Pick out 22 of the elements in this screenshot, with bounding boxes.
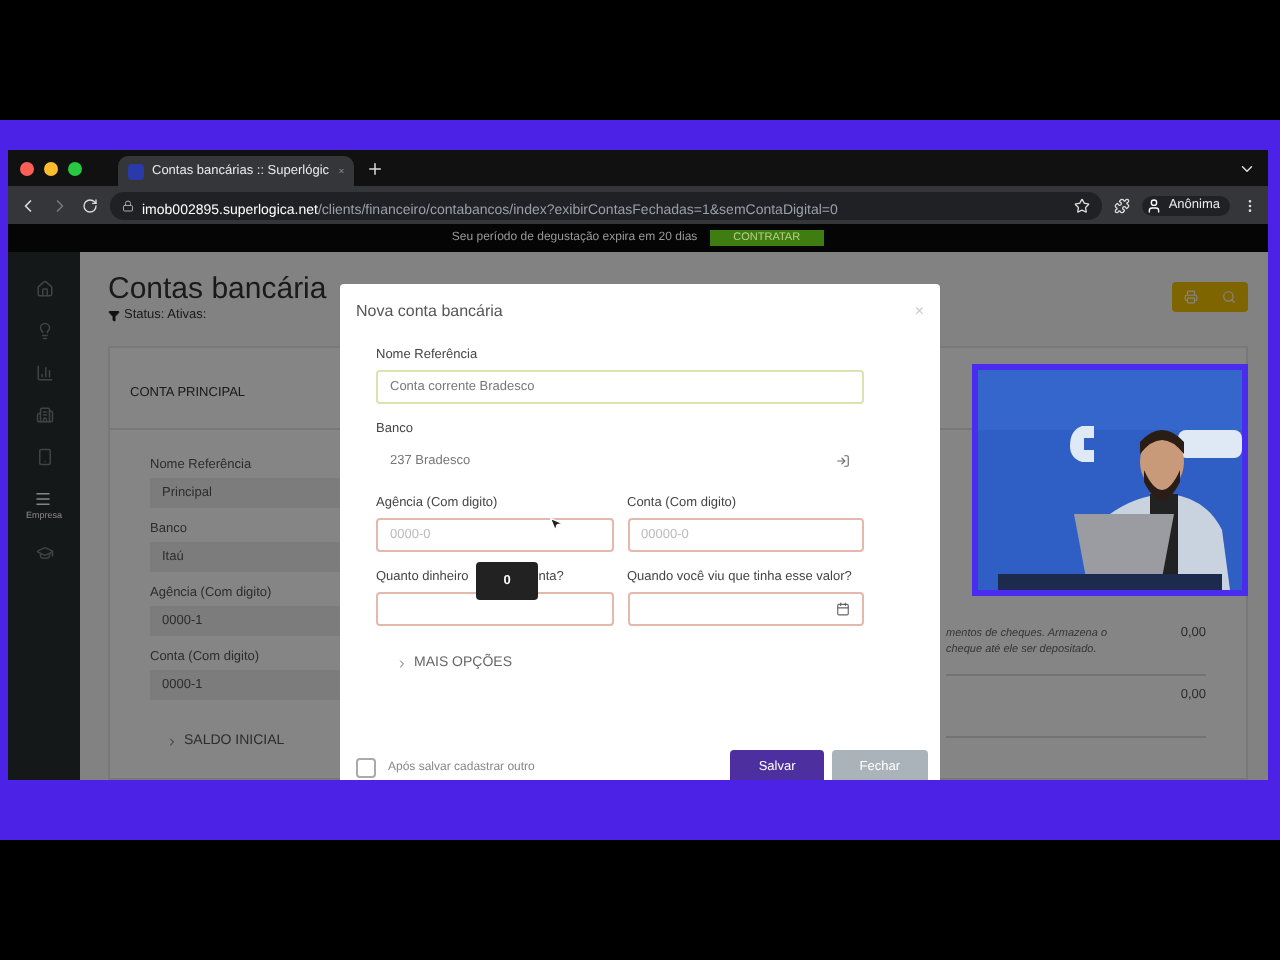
chevron-icon: [166, 735, 178, 747]
search-icon: [1222, 290, 1236, 304]
user-icon: [1146, 197, 1163, 213]
lock-icon: [122, 199, 134, 211]
chevron-icon: [396, 657, 408, 669]
cursor-icon: [548, 516, 564, 532]
new-tab-icon[interactable]: [366, 159, 384, 177]
minimize-dot[interactable]: [44, 161, 58, 175]
maximize-dot[interactable]: [68, 161, 82, 175]
checkbox[interactable]: [356, 757, 376, 777]
reload-icon[interactable]: [82, 197, 98, 213]
page-title: Contas bancária: [108, 272, 327, 308]
favicon-icon: [128, 163, 144, 179]
extension-icon[interactable]: [1114, 197, 1131, 213]
star-icon[interactable]: [1074, 197, 1091, 213]
close-window-dot[interactable]: [20, 161, 34, 175]
printer-icon: [1184, 290, 1198, 304]
filter-icon: [108, 309, 120, 321]
menu-icon[interactable]: [34, 490, 53, 508]
calendar-icon: [836, 602, 850, 616]
date-field[interactable]: [627, 592, 864, 626]
dialog-title: Nova conta bancária: [356, 301, 503, 319]
